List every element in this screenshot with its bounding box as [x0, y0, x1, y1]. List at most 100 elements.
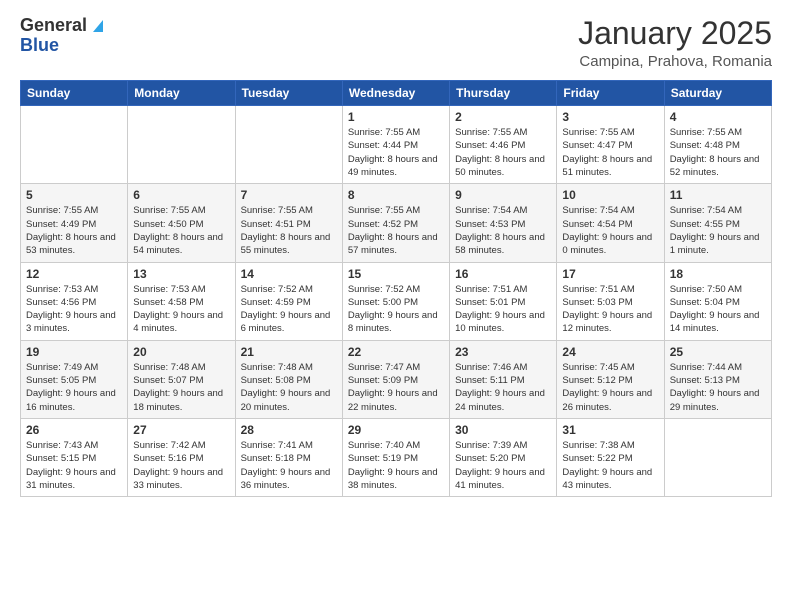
- day-detail: Sunrise: 7:55 AMSunset: 4:44 PMDaylight:…: [348, 126, 444, 179]
- day-number: 15: [348, 267, 444, 281]
- calendar-cell: 20 Sunrise: 7:48 AMSunset: 5:07 PMDayligh…: [128, 340, 235, 418]
- logo-icon: [89, 16, 107, 34]
- calendar-cell: 18 Sunrise: 7:50 AMSunset: 5:04 PMDayligh…: [664, 262, 771, 340]
- calendar-cell: 7 Sunrise: 7:55 AMSunset: 4:51 PMDaylight…: [235, 184, 342, 262]
- calendar-cell: 30Sunrise: 7:39 AMSunset: 5:20 PMDayligh…: [450, 418, 557, 496]
- day-detail: Sunrise: 7:54 AMSunset: 4:53 PMDaylight:…: [455, 204, 551, 257]
- calendar-cell: 8 Sunrise: 7:55 AMSunset: 4:52 PMDaylight…: [342, 184, 449, 262]
- day-number: 7: [241, 188, 337, 202]
- calendar-cell: [235, 106, 342, 184]
- day-number: 20: [133, 345, 229, 359]
- calendar-cell: 1 Sunrise: 7:55 AMSunset: 4:44 PMDaylight…: [342, 106, 449, 184]
- day-detail: Sunrise: 7:46 AMSunset: 5:11 PMDaylight:…: [455, 361, 551, 414]
- day-number: 23: [455, 345, 551, 359]
- weekday-header-row: SundayMondayTuesdayWednesdayThursdayFrid…: [21, 81, 772, 106]
- calendar-cell: 10 Sunrise: 7:54 AMSunset: 4:54 PMDayligh…: [557, 184, 664, 262]
- day-detail: Sunrise: 7:55 AMSunset: 4:52 PMDaylight:…: [348, 204, 444, 257]
- calendar-cell: 19 Sunrise: 7:49 AMSunset: 5:05 PMDayligh…: [21, 340, 128, 418]
- calendar-table: SundayMondayTuesdayWednesdayThursdayFrid…: [20, 80, 772, 497]
- day-number: 9: [455, 188, 551, 202]
- page: General Blue January 2025 Campina, Praho…: [0, 0, 792, 612]
- day-detail: Sunrise: 7:52 AMSunset: 5:00 PMDaylight:…: [348, 283, 444, 336]
- day-number: 8: [348, 188, 444, 202]
- calendar-cell: 6 Sunrise: 7:55 AMSunset: 4:50 PMDaylight…: [128, 184, 235, 262]
- day-detail: Sunrise: 7:51 AMSunset: 5:01 PMDaylight:…: [455, 283, 551, 336]
- week-row-3: 19 Sunrise: 7:49 AMSunset: 5:05 PMDayligh…: [21, 340, 772, 418]
- day-number: 11: [670, 188, 766, 202]
- day-number: 26: [26, 423, 122, 437]
- day-detail: Sunrise: 7:48 AMSunset: 5:07 PMDaylight:…: [133, 361, 229, 414]
- day-number: 28: [241, 423, 337, 437]
- calendar-cell: 3 Sunrise: 7:55 AMSunset: 4:47 PMDaylight…: [557, 106, 664, 184]
- calendar-cell: 5 Sunrise: 7:55 AMSunset: 4:49 PMDaylight…: [21, 184, 128, 262]
- day-number: 16: [455, 267, 551, 281]
- day-number: 5: [26, 188, 122, 202]
- day-number: 3: [562, 110, 658, 124]
- day-detail: Sunrise: 7:49 AMSunset: 5:05 PMDaylight:…: [26, 361, 122, 414]
- logo: General Blue: [20, 16, 107, 56]
- day-detail: Sunrise: 7:41 AMSunset: 5:18 PMDaylight:…: [241, 439, 337, 492]
- day-detail: Sunrise: 7:38 AMSunset: 5:22 PMDaylight:…: [562, 439, 658, 492]
- calendar-cell: 13Sunrise: 7:53 AMSunset: 4:58 PMDayligh…: [128, 262, 235, 340]
- day-detail: Sunrise: 7:44 AMSunset: 5:13 PMDaylight:…: [670, 361, 766, 414]
- day-number: 18: [670, 267, 766, 281]
- logo-blue: Blue: [20, 36, 59, 56]
- weekday-header-monday: Monday: [128, 81, 235, 106]
- day-detail: Sunrise: 7:55 AMSunset: 4:50 PMDaylight:…: [133, 204, 229, 257]
- calendar-cell: 2 Sunrise: 7:55 AMSunset: 4:46 PMDaylight…: [450, 106, 557, 184]
- day-number: 21: [241, 345, 337, 359]
- day-detail: Sunrise: 7:55 AMSunset: 4:49 PMDaylight:…: [26, 204, 122, 257]
- day-number: 4: [670, 110, 766, 124]
- day-detail: Sunrise: 7:40 AMSunset: 5:19 PMDaylight:…: [348, 439, 444, 492]
- week-row-2: 12 Sunrise: 7:53 AMSunset: 4:56 PMDayligh…: [21, 262, 772, 340]
- day-detail: Sunrise: 7:55 AMSunset: 4:48 PMDaylight:…: [670, 126, 766, 179]
- calendar-cell: 16 Sunrise: 7:51 AMSunset: 5:01 PMDayligh…: [450, 262, 557, 340]
- day-number: 19: [26, 345, 122, 359]
- day-number: 17: [562, 267, 658, 281]
- calendar-cell: 27Sunrise: 7:42 AMSunset: 5:16 PMDayligh…: [128, 418, 235, 496]
- day-number: 2: [455, 110, 551, 124]
- calendar-cell: 21Sunrise: 7:48 AMSunset: 5:08 PMDayligh…: [235, 340, 342, 418]
- calendar-cell: 23 Sunrise: 7:46 AMSunset: 5:11 PMDayligh…: [450, 340, 557, 418]
- calendar-cell: 4 Sunrise: 7:55 AMSunset: 4:48 PMDaylight…: [664, 106, 771, 184]
- day-detail: Sunrise: 7:42 AMSunset: 5:16 PMDaylight:…: [133, 439, 229, 492]
- day-detail: Sunrise: 7:54 AMSunset: 4:54 PMDaylight:…: [562, 204, 658, 257]
- calendar-subtitle: Campina, Prahova, Romania: [578, 53, 772, 70]
- calendar-cell: 31 Sunrise: 7:38 AMSunset: 5:22 PMDayligh…: [557, 418, 664, 496]
- calendar-title: January 2025: [578, 16, 772, 51]
- day-detail: Sunrise: 7:55 AMSunset: 4:51 PMDaylight:…: [241, 204, 337, 257]
- weekday-header-friday: Friday: [557, 81, 664, 106]
- day-detail: Sunrise: 7:50 AMSunset: 5:04 PMDaylight:…: [670, 283, 766, 336]
- calendar-cell: 28 Sunrise: 7:41 AMSunset: 5:18 PMDayligh…: [235, 418, 342, 496]
- weekday-header-thursday: Thursday: [450, 81, 557, 106]
- header: General Blue January 2025 Campina, Praho…: [20, 16, 772, 70]
- day-number: 24: [562, 345, 658, 359]
- day-number: 13: [133, 267, 229, 281]
- day-detail: Sunrise: 7:53 AMSunset: 4:56 PMDaylight:…: [26, 283, 122, 336]
- day-number: 10: [562, 188, 658, 202]
- day-detail: Sunrise: 7:45 AMSunset: 5:12 PMDaylight:…: [562, 361, 658, 414]
- calendar-cell: 11Sunrise: 7:54 AMSunset: 4:55 PMDayligh…: [664, 184, 771, 262]
- calendar-cell: [128, 106, 235, 184]
- day-number: 30: [455, 423, 551, 437]
- calendar-cell: 9 Sunrise: 7:54 AMSunset: 4:53 PMDaylight…: [450, 184, 557, 262]
- week-row-1: 5 Sunrise: 7:55 AMSunset: 4:49 PMDaylight…: [21, 184, 772, 262]
- day-detail: Sunrise: 7:55 AMSunset: 4:47 PMDaylight:…: [562, 126, 658, 179]
- day-detail: Sunrise: 7:55 AMSunset: 4:46 PMDaylight:…: [455, 126, 551, 179]
- calendar-cell: 22Sunrise: 7:47 AMSunset: 5:09 PMDayligh…: [342, 340, 449, 418]
- calendar-cell: [664, 418, 771, 496]
- day-detail: Sunrise: 7:47 AMSunset: 5:09 PMDaylight:…: [348, 361, 444, 414]
- calendar-cell: 29 Sunrise: 7:40 AMSunset: 5:19 PMDayligh…: [342, 418, 449, 496]
- day-number: 6: [133, 188, 229, 202]
- calendar-cell: 15 Sunrise: 7:52 AMSunset: 5:00 PMDayligh…: [342, 262, 449, 340]
- day-number: 12: [26, 267, 122, 281]
- calendar-cell: 14Sunrise: 7:52 AMSunset: 4:59 PMDayligh…: [235, 262, 342, 340]
- day-detail: Sunrise: 7:43 AMSunset: 5:15 PMDaylight:…: [26, 439, 122, 492]
- day-number: 31: [562, 423, 658, 437]
- calendar-cell: 24 Sunrise: 7:45 AMSunset: 5:12 PMDayligh…: [557, 340, 664, 418]
- day-number: 1: [348, 110, 444, 124]
- day-detail: Sunrise: 7:52 AMSunset: 4:59 PMDaylight:…: [241, 283, 337, 336]
- calendar-cell: 17Sunrise: 7:51 AMSunset: 5:03 PMDayligh…: [557, 262, 664, 340]
- day-number: 29: [348, 423, 444, 437]
- weekday-header-sunday: Sunday: [21, 81, 128, 106]
